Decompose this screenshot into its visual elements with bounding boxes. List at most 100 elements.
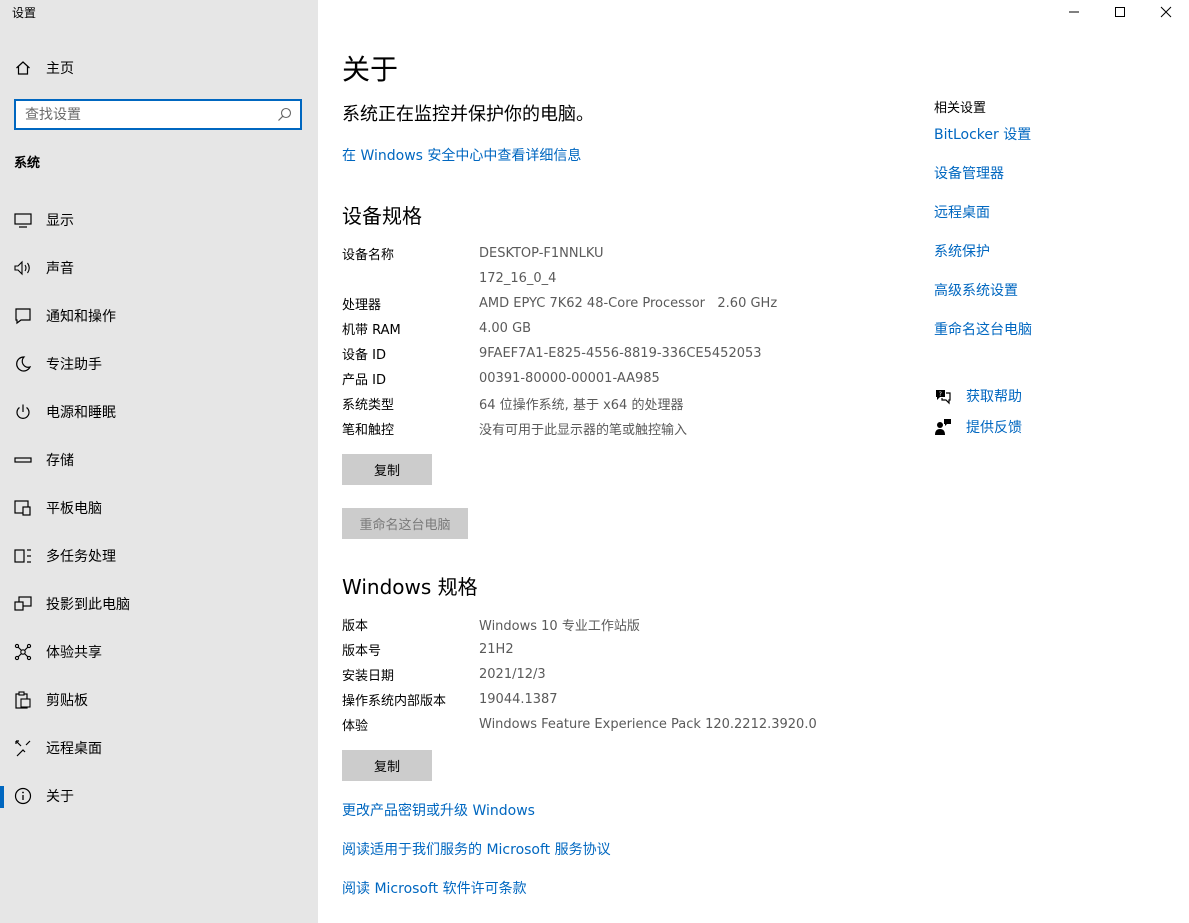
- sidebar-item-focus-assist[interactable]: 专注助手: [0, 340, 318, 388]
- sidebar: 设置 主页 系统 显示 声音 通知和操作 专注助手: [0, 0, 318, 923]
- copy-device-specs-button[interactable]: 复制: [342, 454, 432, 485]
- tablet-icon: [14, 499, 32, 517]
- spec-value: 没有可用于此显示器的笔或触控输入: [479, 423, 688, 438]
- spec-key: 机带 RAM: [342, 323, 401, 338]
- remote-icon: [14, 739, 32, 757]
- sidebar-item-about[interactable]: 关于: [0, 772, 318, 820]
- advanced-system-settings-link[interactable]: 高级系统设置: [934, 280, 1018, 300]
- device-manager-link[interactable]: 设备管理器: [934, 163, 1004, 183]
- sidebar-item-label: 关于: [46, 789, 74, 805]
- home-nav-item[interactable]: 主页: [14, 58, 74, 78]
- sidebar-item-label: 剪贴板: [46, 693, 88, 709]
- sidebar-nav: 显示 声音 通知和操作 专注助手 电源和睡眠 存储 平板电脑 多任务处理 投影到…: [0, 196, 318, 820]
- sidebar-item-project[interactable]: 投影到此电脑: [0, 580, 318, 628]
- sidebar-item-label: 远程桌面: [46, 741, 102, 757]
- search-box[interactable]: [14, 99, 302, 130]
- spec-value: 9FAEF7A1-E825-4556-8819-336CE5452053: [479, 346, 762, 361]
- spec-row: 版本 Windows 10 专业工作站版: [342, 612, 912, 637]
- spec-key: 版本: [342, 619, 369, 634]
- upgrade-windows-link[interactable]: 更改产品密钥或升级 Windows: [342, 800, 535, 820]
- app-title: 设置: [12, 6, 37, 20]
- spec-row: 系统类型 64 位操作系统, 基于 x64 的处理器: [342, 391, 912, 416]
- spec-key: 操作系统内部版本: [342, 694, 447, 709]
- protection-status: 系统正在监控并保护你的电脑。: [342, 104, 594, 125]
- license-terms-link[interactable]: 阅读 Microsoft 软件许可条款: [342, 878, 527, 898]
- copy-windows-specs-button[interactable]: 复制: [342, 750, 432, 781]
- sidebar-item-label: 声音: [46, 261, 74, 277]
- spec-key: 产品 ID: [342, 373, 386, 388]
- spec-row: 设备 ID 9FAEF7A1-E825-4556-8819-336CE545205…: [342, 341, 912, 366]
- spec-row: 体验 Windows Feature Experience Pack 120.22…: [342, 712, 912, 737]
- sidebar-item-shared-experiences[interactable]: 体验共享: [0, 628, 318, 676]
- rename-pc-button[interactable]: 重命名这台电脑: [342, 508, 468, 539]
- home-icon: [14, 59, 32, 77]
- search-input[interactable]: [16, 101, 266, 128]
- spec-value: 19044.1387: [479, 692, 558, 707]
- spec-key: 笔和触控: [342, 423, 395, 438]
- sidebar-item-display[interactable]: 显示: [0, 196, 318, 244]
- spec-value: Windows Feature Experience Pack 120.2212…: [479, 717, 817, 732]
- spec-value: 172_16_0_4: [479, 271, 557, 286]
- remote-desktop-link[interactable]: 远程桌面: [934, 202, 990, 222]
- spec-value: 4.00 GB: [479, 321, 532, 336]
- spec-key: 处理器: [342, 298, 382, 313]
- sidebar-item-power[interactable]: 电源和睡眠: [0, 388, 318, 436]
- sidebar-item-label: 平板电脑: [46, 501, 102, 517]
- spec-row: 版本号 21H2: [342, 637, 912, 662]
- minimize-icon[interactable]: [1051, 0, 1097, 24]
- spec-value: DESKTOP-F1NNLKU: [479, 246, 604, 261]
- clipboard-icon: [14, 691, 32, 709]
- sidebar-item-sound[interactable]: 声音: [0, 244, 318, 292]
- get-help-label: 获取帮助: [966, 389, 1022, 405]
- sidebar-item-remote-desktop[interactable]: 远程桌面: [0, 724, 318, 772]
- spec-value: Windows 10 专业工作站版: [479, 619, 640, 634]
- bitlocker-settings-link[interactable]: BitLocker 设置: [934, 124, 1031, 144]
- get-help-link[interactable]: ? 获取帮助: [934, 386, 1022, 406]
- spec-key: 体验: [342, 719, 369, 734]
- notification-icon: [14, 307, 32, 325]
- page-title: 关于: [342, 53, 399, 86]
- spec-row: 安装日期 2021/12/3: [342, 662, 912, 687]
- spec-key: 版本号: [342, 644, 382, 659]
- sidebar-item-label: 体验共享: [46, 645, 102, 661]
- give-feedback-link[interactable]: 提供反馈: [934, 417, 1022, 437]
- svg-text:?: ?: [939, 391, 942, 398]
- service-agreement-link[interactable]: 阅读适用于我们服务的 Microsoft 服务协议: [342, 839, 611, 859]
- window-controls: [1051, 0, 1189, 24]
- home-label: 主页: [46, 61, 74, 77]
- sidebar-item-label: 多任务处理: [46, 549, 116, 565]
- spec-value: 64 位操作系统, 基于 x64 的处理器: [479, 398, 684, 413]
- system-protection-link[interactable]: 系统保护: [934, 241, 990, 261]
- close-icon[interactable]: [1143, 0, 1189, 24]
- storage-icon: [14, 451, 32, 469]
- maximize-icon[interactable]: [1097, 0, 1143, 24]
- share-icon: [14, 643, 32, 661]
- speaker-icon: [14, 259, 32, 277]
- spec-key: 设备名称: [342, 248, 395, 263]
- spec-row: 172_16_0_4: [342, 266, 912, 291]
- sidebar-item-storage[interactable]: 存储: [0, 436, 318, 484]
- rename-pc-link[interactable]: 重命名这台电脑: [934, 319, 1032, 339]
- spec-key: 系统类型: [342, 398, 395, 413]
- sidebar-item-label: 投影到此电脑: [46, 597, 130, 613]
- sidebar-item-tablet[interactable]: 平板电脑: [0, 484, 318, 532]
- sidebar-item-clipboard[interactable]: 剪贴板: [0, 676, 318, 724]
- spec-row: 设备名称 DESKTOP-F1NNLKU: [342, 241, 912, 266]
- search-icon[interactable]: [277, 107, 292, 122]
- sidebar-item-notifications[interactable]: 通知和操作: [0, 292, 318, 340]
- section-label: 系统: [14, 156, 41, 171]
- give-feedback-label: 提供反馈: [966, 420, 1022, 436]
- spec-row: 笔和触控 没有可用于此显示器的笔或触控输入: [342, 416, 912, 441]
- spec-row: 操作系统内部版本 19044.1387: [342, 687, 912, 712]
- spec-key: 设备 ID: [342, 348, 386, 363]
- spec-row: 机带 RAM 4.00 GB: [342, 316, 912, 341]
- spec-key: 安装日期: [342, 669, 395, 684]
- help-chat-icon: ?: [934, 387, 952, 405]
- security-center-link[interactable]: 在 Windows 安全中心中查看详细信息: [342, 145, 581, 165]
- sidebar-item-multitasking[interactable]: 多任务处理: [0, 532, 318, 580]
- spec-value: 21H2: [479, 642, 514, 657]
- project-icon: [14, 595, 32, 613]
- spec-value: 00391-80000-00001-AA985: [479, 371, 660, 386]
- info-icon: [14, 787, 32, 805]
- sidebar-item-label: 电源和睡眠: [46, 405, 116, 421]
